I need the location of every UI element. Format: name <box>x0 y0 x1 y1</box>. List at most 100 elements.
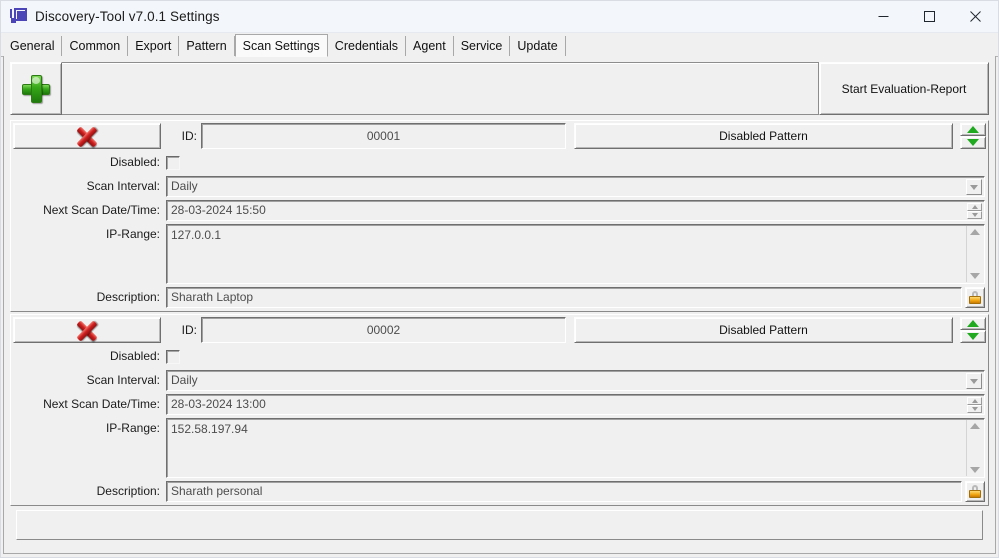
move-up-button[interactable] <box>960 123 986 136</box>
next-scan-datetime-input[interactable]: 28-03-2024 15:50 <box>166 200 985 221</box>
disabled-pattern-button[interactable]: Disabled Pattern <box>574 123 953 149</box>
ip-range-scrollbar[interactable] <box>966 226 983 282</box>
next-scan-row: Next Scan Date/Time: 28-03-2024 13:00 <box>14 394 985 415</box>
ip-range-row: IP-Range: 152.58.197.94 <box>14 418 985 478</box>
ip-range-label: IP-Range: <box>105 421 160 435</box>
next-scan-label: Next Scan Date/Time: <box>43 203 160 217</box>
move-up-button[interactable] <box>960 317 986 330</box>
title-bar: Discovery-Tool v7.0.1 Settings <box>1 1 998 33</box>
lock-icon <box>969 291 981 304</box>
disabled-label: Disabled: <box>109 155 160 169</box>
scroll-down-icon[interactable] <box>970 273 980 279</box>
minimize-button[interactable] <box>860 1 906 32</box>
id-label: ID: <box>181 323 197 337</box>
id-field[interactable]: 00001 <box>201 123 566 149</box>
reorder-spinner <box>960 317 986 343</box>
tab-service[interactable]: Service <box>454 36 511 57</box>
entry-header: ID: 00001 Disabled Pattern <box>11 121 988 149</box>
tab-bar: General Common Export Pattern Scan Setti… <box>1 33 998 57</box>
scan-interval-label: Scan Interval: <box>86 179 160 193</box>
add-scan-button[interactable] <box>10 62 62 115</box>
description-label: Description: <box>96 484 160 498</box>
entry-header: ID: 00002 Disabled Pattern <box>11 315 988 343</box>
ip-range-textarea[interactable]: 152.58.197.94 <box>166 418 985 478</box>
next-scan-row: Next Scan Date/Time: 28-03-2024 15:50 <box>14 200 985 221</box>
disabled-checkbox[interactable] <box>166 350 180 364</box>
move-down-button[interactable] <box>960 136 986 149</box>
ip-range-label: IP-Range: <box>105 227 160 241</box>
description-label: Description: <box>96 290 160 304</box>
start-evaluation-report-button[interactable]: Start Evaluation-Report <box>819 62 989 115</box>
tab-agent[interactable]: Agent <box>406 36 454 57</box>
move-down-button[interactable] <box>960 330 986 343</box>
stepper-down-icon[interactable] <box>967 405 982 413</box>
lock-button[interactable] <box>965 287 985 308</box>
tab-credentials[interactable]: Credentials <box>328 36 407 57</box>
chevron-down-icon[interactable] <box>966 373 982 389</box>
description-row: Description: Sharath Laptop <box>14 287 985 308</box>
move-down-icon <box>967 333 979 340</box>
disabled-checkbox[interactable] <box>166 156 180 170</box>
scroll-up-icon[interactable] <box>970 423 980 429</box>
scan-interval-value: Daily <box>171 179 198 193</box>
scan-interval-value: Daily <box>171 373 198 387</box>
scan-entry: ID: 00001 Disabled Pattern Disabled: Sca… <box>10 120 989 312</box>
ip-range-textarea[interactable]: 127.0.0.1 <box>166 224 985 284</box>
delete-x-icon <box>76 320 98 342</box>
app-logo-icon <box>10 8 27 25</box>
scan-interval-row: Scan Interval: Daily <box>14 176 985 197</box>
next-scan-value: 28-03-2024 13:00 <box>171 397 266 411</box>
scroll-down-icon[interactable] <box>970 467 980 473</box>
window-controls <box>860 1 998 32</box>
window-title: Discovery-Tool v7.0.1 Settings <box>35 9 220 24</box>
settings-window: Discovery-Tool v7.0.1 Settings General C… <box>0 0 999 558</box>
plus-icon <box>21 74 51 104</box>
scan-entry: ID: 00002 Disabled Pattern Disabled: Sca… <box>10 314 989 506</box>
id-label: ID: <box>181 129 197 143</box>
tab-update[interactable]: Update <box>510 36 566 57</box>
ip-range-value: 152.58.197.94 <box>171 422 248 436</box>
scan-settings-page: Start Evaluation-Report ID: 00001 Disabl… <box>3 56 996 554</box>
close-button[interactable] <box>952 1 998 32</box>
scan-interval-select[interactable]: Daily <box>166 176 985 197</box>
lock-icon <box>969 485 981 498</box>
ip-range-value: 127.0.0.1 <box>171 228 222 242</box>
delete-scan-button[interactable] <box>13 317 161 343</box>
id-field[interactable]: 00002 <box>201 317 566 343</box>
ip-range-scrollbar[interactable] <box>966 420 983 476</box>
toolbar: Start Evaluation-Report <box>10 62 989 115</box>
reorder-spinner <box>960 123 986 149</box>
toolbar-filler <box>62 62 819 115</box>
chevron-down-icon[interactable] <box>966 179 982 195</box>
lock-button[interactable] <box>965 481 985 502</box>
scroll-up-icon[interactable] <box>970 229 980 235</box>
stepper-up-icon[interactable] <box>967 397 982 405</box>
maximize-button[interactable] <box>906 1 952 32</box>
empty-entry-panel <box>16 510 983 540</box>
next-scan-datetime-input[interactable]: 28-03-2024 13:00 <box>166 394 985 415</box>
datetime-stepper[interactable] <box>967 397 982 413</box>
move-up-icon <box>967 126 979 133</box>
disabled-row: Disabled: <box>14 152 985 173</box>
description-row: Description: Sharath personal <box>14 481 985 502</box>
delete-scan-button[interactable] <box>13 123 161 149</box>
description-input[interactable]: Sharath personal <box>166 481 962 502</box>
next-scan-label: Next Scan Date/Time: <box>43 397 160 411</box>
tab-common[interactable]: Common <box>62 36 129 57</box>
scan-interval-select[interactable]: Daily <box>166 370 985 391</box>
next-scan-value: 28-03-2024 15:50 <box>171 203 266 217</box>
tab-scan-settings[interactable]: Scan Settings <box>234 34 328 57</box>
disabled-pattern-button[interactable]: Disabled Pattern <box>574 317 953 343</box>
stepper-down-icon[interactable] <box>967 211 982 219</box>
scan-entry-list: ID: 00001 Disabled Pattern Disabled: Sca… <box>10 120 989 553</box>
tab-general[interactable]: General <box>3 36 63 57</box>
disabled-label: Disabled: <box>109 349 160 363</box>
tab-export[interactable]: Export <box>128 36 180 57</box>
tab-pattern[interactable]: Pattern <box>179 36 235 57</box>
scan-interval-label: Scan Interval: <box>86 373 160 387</box>
scan-interval-row: Scan Interval: Daily <box>14 370 985 391</box>
datetime-stepper[interactable] <box>967 203 982 219</box>
stepper-up-icon[interactable] <box>967 203 982 211</box>
description-input[interactable]: Sharath Laptop <box>166 287 962 308</box>
delete-x-icon <box>76 126 98 148</box>
